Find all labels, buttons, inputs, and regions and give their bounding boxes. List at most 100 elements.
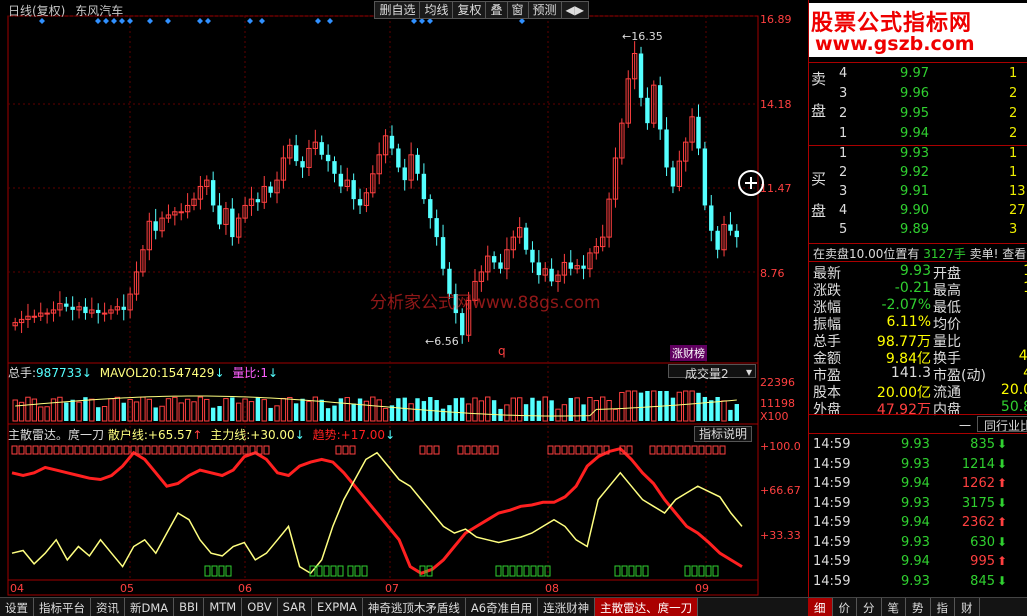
candle-body bbox=[357, 199, 363, 206]
tick-row: 14:59 9.93 845 ⬇ bbox=[809, 574, 1027, 593]
indicator-help-button[interactable]: 指标说明 bbox=[694, 426, 752, 442]
quote-tab[interactable]: 分 bbox=[857, 598, 882, 616]
stat-value-2: 42 bbox=[981, 365, 1027, 381]
indicator-tab[interactable]: SAR bbox=[278, 598, 313, 616]
news-badge[interactable]: 涨财榜 bbox=[670, 345, 707, 361]
indicator-tab[interactable]: EXPMA bbox=[312, 598, 363, 616]
volume-type-dropdown[interactable]: 成交量2 ▾ bbox=[668, 364, 756, 381]
indicator-tab[interactable]: 设置 bbox=[0, 598, 34, 616]
bottom-signal-mark bbox=[323, 565, 330, 577]
volume-bar bbox=[172, 396, 178, 422]
volume-bar bbox=[300, 398, 305, 421]
indicator-tab[interactable]: MTM bbox=[204, 598, 243, 616]
volume-bar bbox=[465, 403, 472, 422]
indicator-tab[interactable]: 指标平台 bbox=[34, 598, 91, 616]
indicator-tab[interactable]: 主散雷达、庹一刀 bbox=[595, 598, 699, 616]
indicator-tab[interactable]: 资讯 bbox=[91, 598, 125, 616]
top-signal-mark bbox=[464, 445, 471, 455]
collapse-tab[interactable]: 一 bbox=[959, 417, 971, 434]
bid-row[interactable]: 3 9.91 13 bbox=[809, 184, 1027, 204]
ask-row[interactable]: 3 9.96 2 bbox=[809, 86, 1027, 106]
bottom-signal-mark bbox=[204, 565, 211, 577]
period-label[interactable]: 日线(复权) bbox=[8, 4, 65, 18]
tick-price: 9.93 bbox=[901, 534, 930, 550]
bid-row[interactable]: 5 9.89 3 bbox=[809, 222, 1027, 242]
remove-watchlist-button[interactable]: 删自选 bbox=[374, 1, 421, 19]
indicator-tab[interactable]: 新DMA bbox=[125, 598, 175, 616]
q-mark: q bbox=[498, 344, 506, 358]
chart-area[interactable]: 16.89 14.18 11.47 8.76 22396 11198 X100 +100.0 +… bbox=[0, 0, 808, 596]
ask-row[interactable]: 4 9.97 1 bbox=[809, 66, 1027, 86]
candle-body bbox=[300, 161, 305, 168]
volume-bar bbox=[651, 390, 657, 422]
top-signal-mark bbox=[221, 445, 228, 455]
main-line-label: 主力线: bbox=[210, 428, 251, 442]
top-signal-mark bbox=[547, 445, 554, 455]
candle-body bbox=[64, 303, 69, 307]
main-force-line bbox=[11, 447, 743, 575]
scroll-arrows-button[interactable]: ◀▶ bbox=[560, 1, 589, 19]
tick-time: 14:59 bbox=[813, 573, 851, 589]
price: 9.93 bbox=[900, 146, 929, 161]
top-signal-mark bbox=[235, 445, 242, 455]
volume-bar bbox=[217, 406, 222, 421]
candle-body bbox=[96, 309, 101, 314]
bid-row[interactable]: 1 9.93 1 bbox=[809, 146, 1027, 166]
ask-row[interactable]: 1 9.94 2 bbox=[809, 126, 1027, 146]
crosshair-cursor-icon bbox=[738, 170, 764, 196]
quote-tab[interactable]: 细 bbox=[808, 598, 833, 616]
arrow-up-icon: ↑ bbox=[192, 428, 203, 442]
bottom-signal-mark bbox=[225, 565, 232, 577]
volume-bar bbox=[210, 407, 216, 421]
stat-value: -2.07% bbox=[881, 297, 931, 313]
volume-bar bbox=[223, 398, 229, 422]
industry-compare-tab[interactable]: 同行业比较 bbox=[977, 416, 1027, 432]
level: 3 bbox=[839, 184, 848, 199]
volume-bar bbox=[472, 397, 478, 422]
volume-bar bbox=[153, 407, 158, 421]
bottom-signal-mark bbox=[516, 565, 523, 577]
vol-value: 987733 bbox=[36, 366, 82, 380]
restore-rights-button[interactable]: 复权 bbox=[452, 1, 487, 19]
top-signal-mark bbox=[561, 445, 568, 455]
big-order-notice[interactable]: 在卖盘10.00位置有 3127手 卖单! 查看 bbox=[813, 245, 1026, 262]
volume-bar bbox=[319, 399, 324, 421]
ask-row[interactable]: 2 9.95 2 bbox=[809, 106, 1027, 126]
top-signal-mark bbox=[596, 445, 603, 455]
vol: 2 bbox=[1009, 86, 1018, 101]
forecast-button[interactable]: 预测 bbox=[527, 1, 562, 19]
stock-name: 东风汽车 bbox=[75, 4, 124, 18]
candle-body bbox=[319, 142, 324, 155]
window-button[interactable]: 窗 bbox=[506, 1, 529, 19]
level: 2 bbox=[839, 106, 848, 121]
overlay-button[interactable]: 叠 bbox=[485, 1, 508, 19]
arrow-down-icon: ↓ bbox=[214, 366, 225, 380]
price-axis-label: 14.18 bbox=[760, 98, 792, 111]
tick-volume: 3175 bbox=[961, 495, 995, 511]
main-line-value: +30.00 bbox=[250, 428, 295, 442]
quote-tab[interactable]: 价 bbox=[833, 598, 857, 616]
volume-bar bbox=[89, 398, 95, 422]
volume-bar bbox=[631, 390, 638, 422]
volume-bar bbox=[376, 399, 382, 422]
bid-row[interactable]: 2 9.92 1 bbox=[809, 165, 1027, 185]
top-signal-mark bbox=[172, 445, 179, 455]
quote-tab[interactable]: 指 bbox=[931, 598, 955, 616]
volume-bar bbox=[38, 406, 44, 422]
candle-body bbox=[440, 237, 446, 269]
quote-tab[interactable]: 势 bbox=[906, 598, 931, 616]
indicator-tab[interactable]: OBV bbox=[242, 598, 278, 616]
indicator-tab[interactable]: 连涨财神 bbox=[538, 598, 596, 616]
volume-bar bbox=[261, 399, 267, 422]
quote-tab[interactable]: 笔 bbox=[882, 598, 906, 616]
ma-button[interactable]: 均线 bbox=[419, 1, 454, 19]
vol: 2 bbox=[1009, 106, 1018, 121]
bid-row[interactable]: 4 9.90 27 bbox=[809, 203, 1027, 223]
indicator-tab[interactable]: 神奇逃顶木矛盾线 bbox=[363, 598, 466, 616]
indicator-tab[interactable]: BBI bbox=[174, 598, 205, 616]
volume-bar bbox=[612, 408, 619, 422]
candle-body bbox=[389, 135, 395, 149]
volume-bar bbox=[382, 407, 389, 422]
indicator-tab[interactable]: A6奇准自用 bbox=[466, 598, 539, 616]
quote-tab[interactable]: 财 bbox=[955, 598, 980, 616]
